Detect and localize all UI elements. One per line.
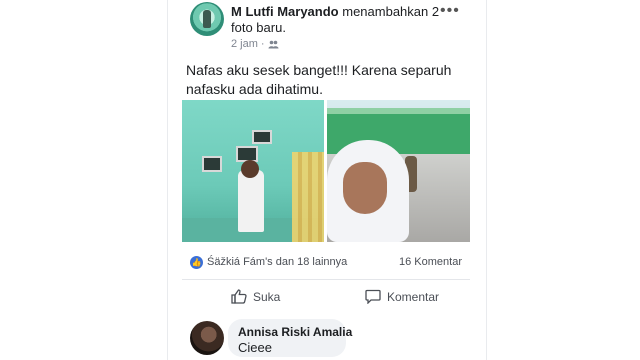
post-photo-1[interactable]: [182, 100, 324, 242]
thumbs-up-icon: [231, 289, 247, 304]
curtain: [292, 152, 324, 242]
reaction-names[interactable]: Śäžkiá Fám's dan 18 lainnya: [207, 256, 347, 268]
divider: [182, 279, 470, 280]
comment-button[interactable]: Komentar: [365, 289, 439, 304]
post-meta: 2 jam ·: [231, 38, 279, 50]
like-label: Suka: [253, 289, 281, 304]
more-icon[interactable]: •••: [440, 2, 460, 20]
comment-text: Cieee: [238, 340, 272, 355]
comment-count[interactable]: 16 Komentar: [399, 256, 462, 268]
meta-separator: ·: [260, 38, 265, 50]
wall-frame: [252, 130, 272, 144]
commenter-avatar[interactable]: [190, 321, 224, 355]
boy-head: [241, 160, 259, 178]
author-avatar[interactable]: [190, 2, 224, 36]
comment-icon: [365, 289, 381, 304]
comment-author[interactable]: Annisa Riski Amalia: [238, 325, 352, 339]
wall-frame: [202, 156, 222, 172]
like-badge-icon[interactable]: 👍: [190, 256, 203, 269]
post-header: M Lutfi Maryando menambahkan 2 foto baru…: [231, 4, 446, 36]
comment-bubble: Annisa Riski Amalia Cieee: [228, 319, 352, 357]
post-time[interactable]: 2 jam: [231, 38, 258, 50]
author-name[interactable]: M Lutfi Maryando: [231, 4, 339, 19]
avatar-figure: [203, 10, 211, 28]
public-audience-icon[interactable]: [268, 40, 279, 49]
like-button[interactable]: Suka: [231, 289, 280, 304]
girl-face: [343, 162, 387, 214]
reactions-bar: 👍 Śäžkiá Fám's dan 18 lainnya 16 Komenta…: [190, 255, 462, 271]
boy-figure: [238, 170, 264, 232]
post-text: Nafas aku sesek banget!!! Karena separuh…: [186, 62, 452, 97]
comment-label: Komentar: [387, 289, 440, 304]
post-photo-2[interactable]: [327, 100, 470, 242]
